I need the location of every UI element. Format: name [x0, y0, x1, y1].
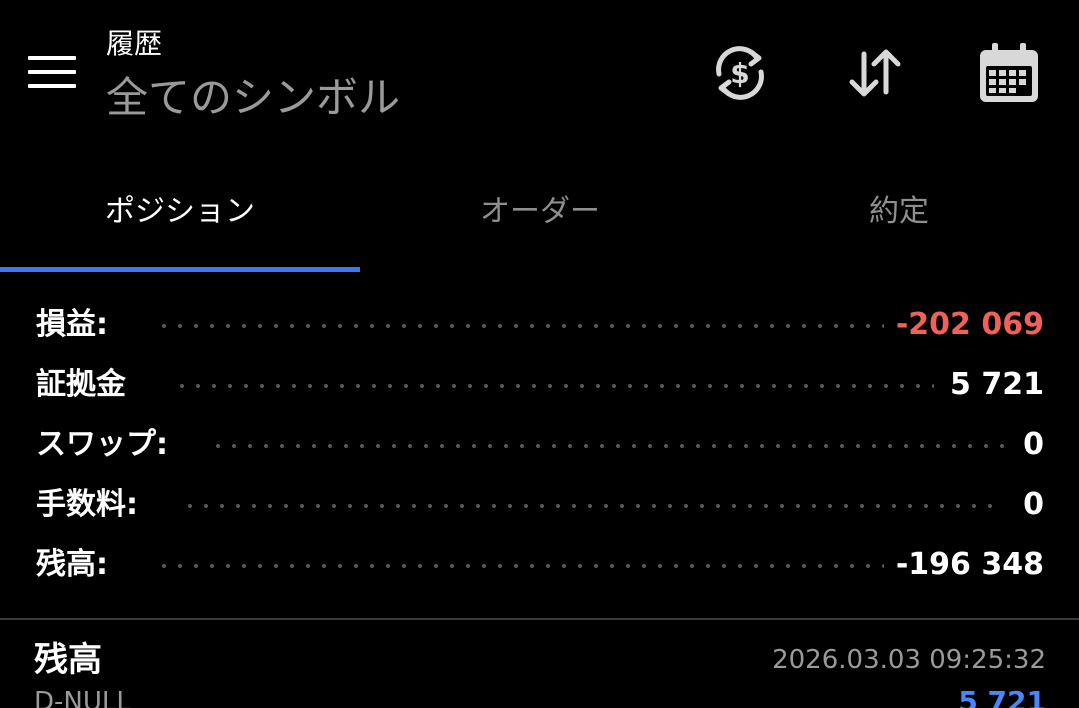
entry-title: 残高 [34, 640, 102, 680]
tab-orders[interactable]: オーダー [360, 170, 720, 260]
dot-leader [156, 324, 884, 328]
currency-exchange-icon[interactable]: $ [707, 40, 773, 106]
swap-value: 0 [1023, 427, 1044, 462]
profit-value: -202 069 [895, 307, 1044, 342]
profit-label: 損益: [36, 307, 108, 342]
tab-bar: ポジション オーダー 約定 [0, 170, 1079, 274]
active-tab-indicator [0, 267, 360, 272]
summary-row-margin: 証拠金 5 721 [36, 360, 1044, 410]
dot-leader [174, 384, 934, 388]
margin-label: 証拠金 [36, 367, 126, 402]
app-header: 履歴 全てのシンボル $ [0, 0, 1079, 160]
calendar-icon[interactable] [976, 40, 1042, 106]
entry-amount: 5 721 [958, 685, 1046, 708]
summary-row-profit: 損益: -202 069 [36, 300, 1044, 350]
dot-leader [210, 444, 1004, 448]
commission-value: 0 [1023, 487, 1044, 522]
balance-value: -196 348 [895, 547, 1044, 582]
tab-positions[interactable]: ポジション [0, 170, 360, 260]
swap-label: スワップ: [36, 427, 168, 462]
summary-row-swap: スワップ: 0 [36, 420, 1044, 470]
balance-label: 残高: [36, 547, 108, 582]
sort-arrows-icon[interactable] [842, 40, 908, 106]
summary-row-balance: 残高: -196 348 [36, 540, 1044, 590]
margin-value: 5 721 [950, 367, 1044, 402]
entry-subtitle: D-NULL [34, 687, 131, 708]
svg-text:$: $ [730, 57, 749, 90]
commission-label: 手数料: [36, 487, 138, 522]
symbol-filter-label[interactable]: 全てのシンボル [106, 72, 400, 124]
dot-leader [182, 504, 1004, 508]
hamburger-menu-icon[interactable] [24, 50, 80, 94]
history-list-item[interactable]: 残高 2026.03.03 09:25:32 D-NULL 5 721 [0, 620, 1079, 708]
tab-deals[interactable]: 約定 [719, 170, 1079, 260]
summary-row-commission: 手数料: 0 [36, 480, 1044, 530]
page-title: 履歴 [106, 27, 163, 60]
dot-leader [156, 564, 884, 568]
entry-datetime: 2026.03.03 09:25:32 [772, 645, 1046, 675]
